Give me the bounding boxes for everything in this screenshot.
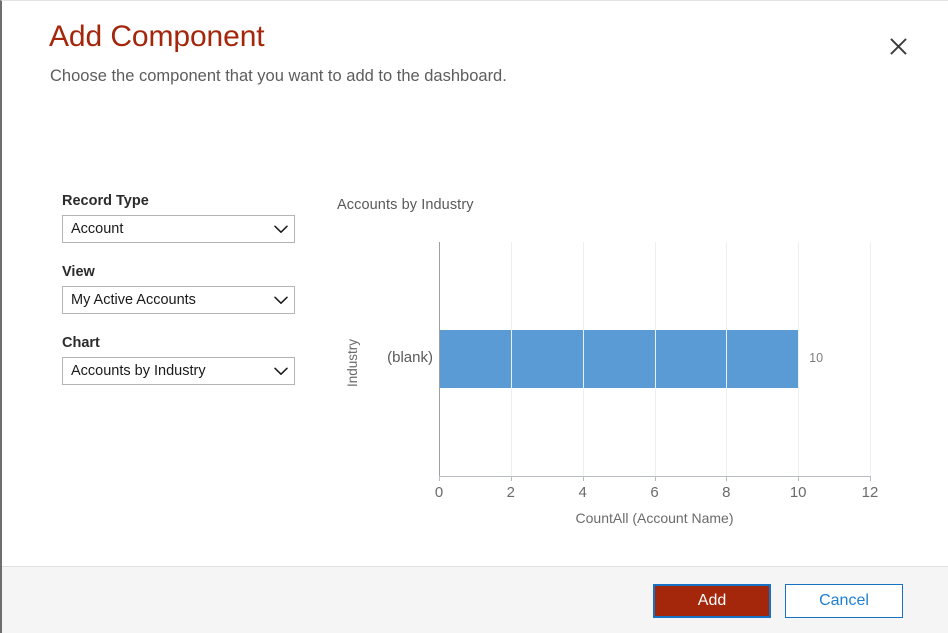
chart-x-tick [439, 476, 440, 481]
chart-x-tick-label: 8 [706, 484, 746, 501]
record-type-label: Record Type [62, 192, 302, 211]
add-component-dialog: Add Component Choose the component that … [0, 0, 948, 633]
chart-x-tick [798, 476, 799, 481]
chart-title: Accounts by Industry [337, 197, 474, 213]
close-button[interactable] [880, 28, 916, 64]
chart-x-tick-label: 4 [563, 484, 603, 501]
close-icon [890, 38, 907, 55]
chart-gridline [655, 242, 656, 476]
record-type-value: Account [63, 216, 268, 242]
dialog-subtitle: Choose the component that you want to ad… [50, 65, 507, 87]
page-title: Add Component [49, 19, 265, 55]
chart-x-tick-label: 6 [635, 484, 675, 501]
chart-gridline [511, 242, 512, 476]
chart-x-axis-title: CountAll (Account Name) [576, 510, 734, 526]
cancel-button[interactable]: Cancel [785, 584, 903, 618]
chart-x-tick [870, 476, 871, 481]
chart-category-label: (blank) [357, 349, 433, 366]
chart-x-tick-label: 10 [778, 484, 818, 501]
view-value: My Active Accounts [63, 287, 268, 313]
chart-plot-area [439, 242, 870, 476]
chart-gridline [870, 242, 871, 476]
chart-select[interactable]: Accounts by Industry [62, 357, 295, 385]
chart-gridline [726, 242, 727, 476]
chart-x-tick-label: 0 [419, 484, 459, 501]
view-select[interactable]: My Active Accounts [62, 286, 295, 314]
dialog-footer: Add Cancel [2, 566, 948, 633]
add-button[interactable]: Add [653, 584, 771, 618]
chart-label: Chart [62, 334, 302, 353]
chart-bar-value-label: 10 [809, 351, 823, 365]
record-type-select[interactable]: Account [62, 215, 295, 243]
chart-value: Accounts by Industry [63, 358, 268, 384]
chart-x-tick-label: 12 [850, 484, 890, 501]
chart-preview: Accounts by Industry Industry (blank) 10… [337, 197, 897, 527]
chevron-down-icon [268, 296, 294, 305]
chart-gridline [798, 242, 799, 476]
chart-x-tick [583, 476, 584, 481]
component-form: Record Type Account View My Active Accou… [62, 192, 302, 385]
chart-bar [440, 330, 798, 388]
chart-x-tick-label: 2 [491, 484, 531, 501]
chevron-down-icon [268, 225, 294, 234]
view-label: View [62, 263, 302, 282]
chart-x-tick [655, 476, 656, 481]
chart-x-tick [726, 476, 727, 481]
chevron-down-icon [268, 367, 294, 376]
chart-x-tick [511, 476, 512, 481]
chart-gridline [583, 242, 584, 476]
